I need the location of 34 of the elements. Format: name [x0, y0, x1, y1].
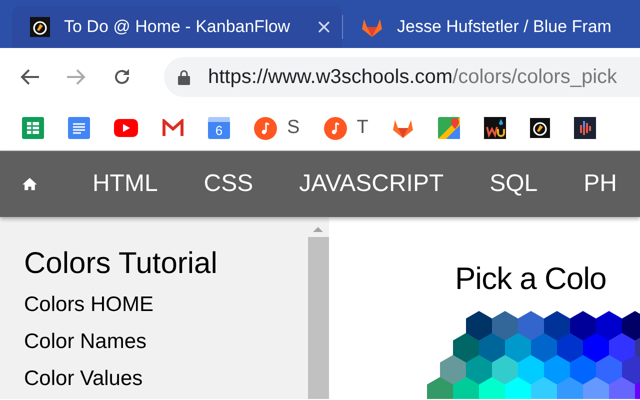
nav-link[interactable]: SQL [466, 170, 561, 198]
bookmark[interactable]: T [324, 116, 368, 140]
spreadsheet-icon [22, 117, 44, 139]
fox-logo-icon [361, 17, 383, 37]
bookmark[interactable]: S [254, 116, 300, 140]
kanban-logo-icon [30, 17, 50, 37]
sidebar-title: Colors Tutorial [24, 247, 218, 281]
back-arrow-icon[interactable] [20, 68, 40, 86]
fox-logo-icon [392, 118, 414, 138]
sidebar-link[interactable]: Color Values [24, 367, 307, 399]
browser-tab[interactable]: Jesse Hufstetler / Blue Fram [343, 6, 624, 48]
music-note-icon [324, 116, 347, 140]
map-icon [438, 117, 460, 139]
sidebar-link[interactable]: Colors HOME [24, 293, 307, 330]
nav-link[interactable]: JAVASCRIPT [276, 170, 467, 198]
lock-icon [178, 70, 190, 84]
calendar-icon: 6 [208, 117, 230, 139]
nav-link[interactable]: CSS [180, 170, 276, 198]
scrollbar-thumb[interactable] [308, 237, 328, 399]
page-heading: Pick a Colo [455, 261, 606, 297]
close-icon[interactable] [318, 21, 330, 33]
reload-icon[interactable] [112, 67, 132, 87]
address-field[interactable]: https://www.w3schools.com/colors/colors_pick [164, 57, 640, 97]
nav-link[interactable]: HTML [69, 170, 181, 198]
music-note-icon [254, 116, 277, 140]
mail-icon [162, 119, 184, 137]
wu-logo-icon [484, 117, 506, 139]
play-icon [114, 119, 138, 137]
kanban-logo-icon [530, 118, 550, 138]
browser-tab[interactable]: To Do @ Home - KanbanFlow [12, 6, 342, 48]
sidebar-link[interactable]: Color Names [24, 330, 307, 367]
nav-link[interactable]: PH [560, 170, 640, 198]
equalizer-icon [574, 117, 596, 139]
document-icon [68, 117, 90, 139]
